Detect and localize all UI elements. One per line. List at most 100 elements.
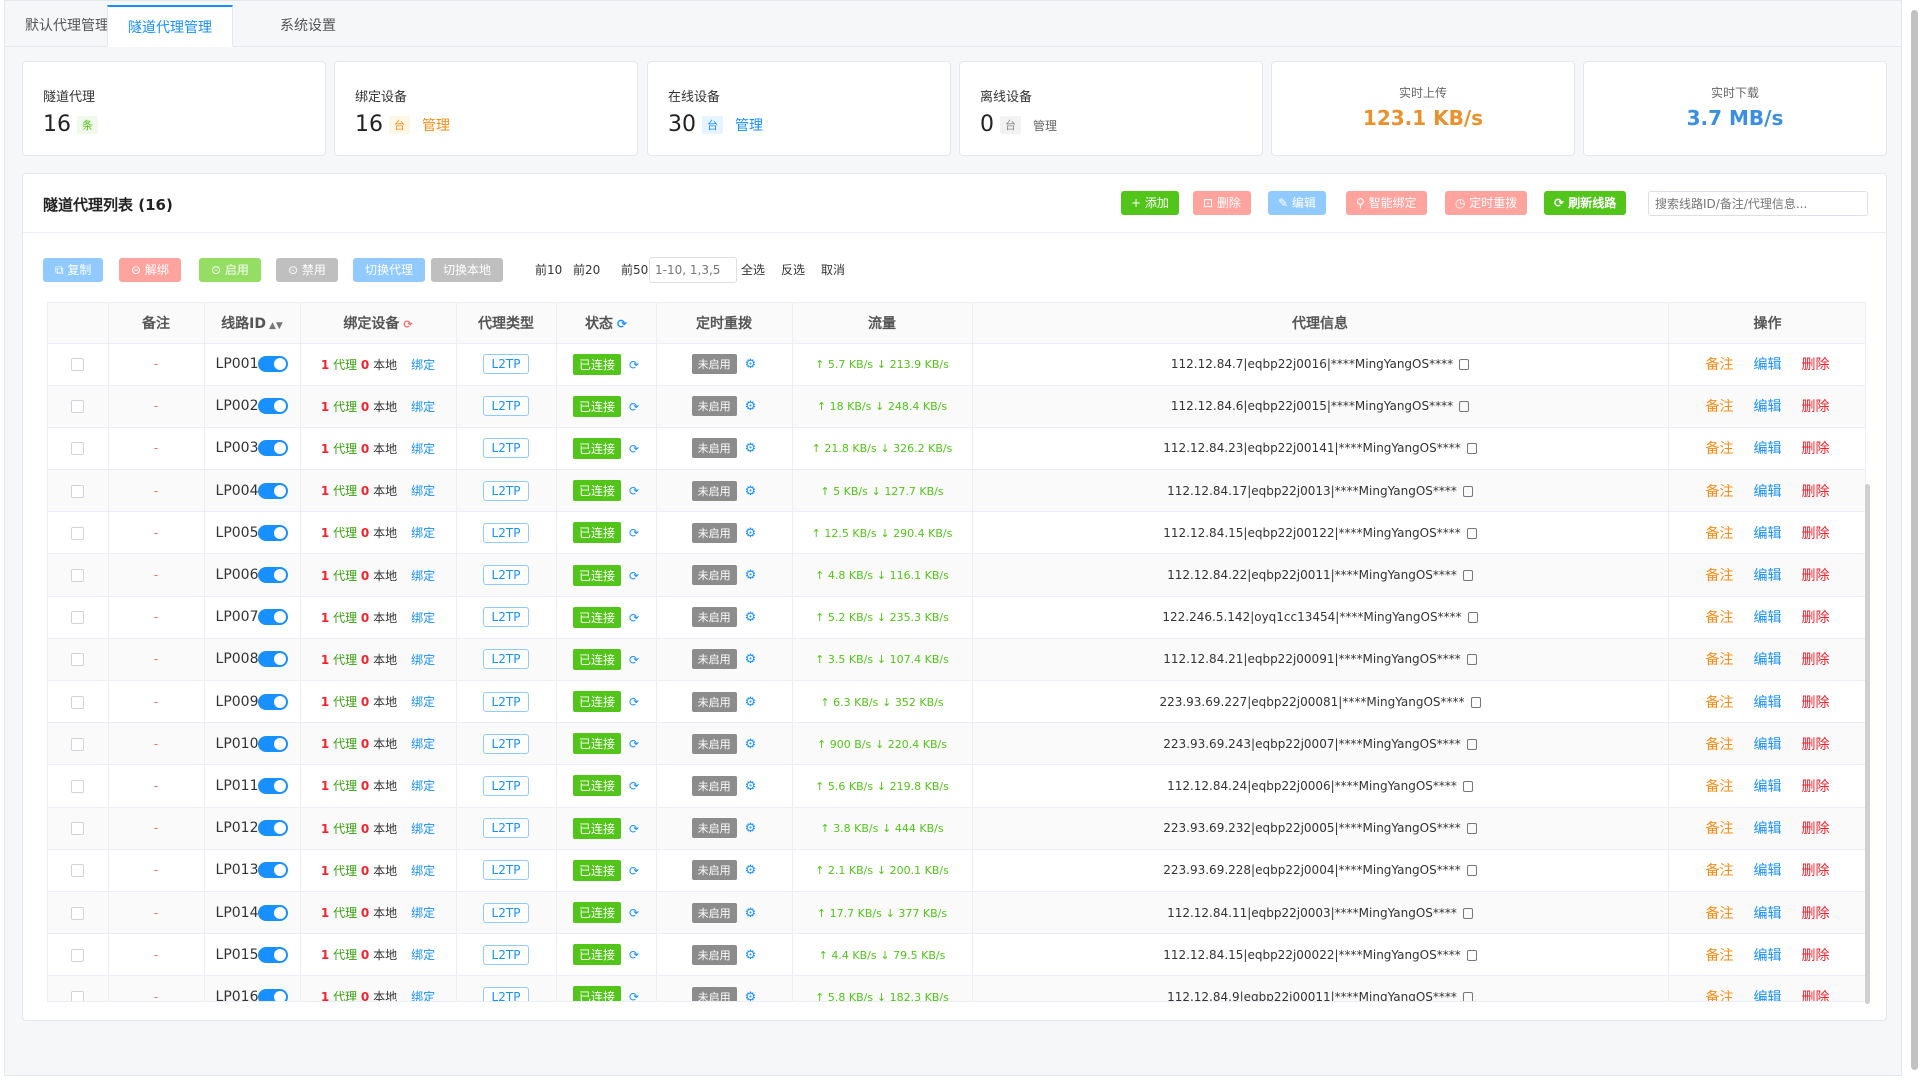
table-row[interactable]: - LP010 1 代理 0 本地 绑定 L2TP 已连接 ⟳ 未启用 ⚙ ↑ 900 B/s ↓… — [48, 722, 1865, 766]
delete-row-button[interactable]: 删除 — [1802, 737, 1830, 753]
gear-icon[interactable]: ⚙ — [745, 695, 757, 710]
gear-icon[interactable]: ⚙ — [745, 652, 757, 667]
remark-button[interactable]: 备注 — [1706, 695, 1734, 711]
bind-link[interactable]: 绑定 — [411, 990, 435, 1001]
refresh-icon[interactable]: ⟳ — [629, 358, 639, 372]
bind-link[interactable]: 绑定 — [411, 526, 435, 540]
edit-row-button[interactable]: 编辑 — [1754, 821, 1782, 837]
checkbox-icon[interactable] — [71, 948, 85, 962]
select-top20[interactable]: 前20 — [573, 258, 600, 282]
checkbox-icon[interactable] — [71, 906, 85, 920]
toggle-icon[interactable] — [258, 735, 289, 752]
delete-row-button[interactable]: 删除 — [1802, 990, 1830, 1001]
copy-icon[interactable] — [1462, 485, 1473, 497]
copy-icon[interactable] — [1459, 401, 1470, 413]
edit-button[interactable]: ✎ 编辑 — [1268, 191, 1326, 215]
col-line-id[interactable]: 线路ID ▲▼ — [204, 303, 301, 344]
toggle-icon[interactable] — [258, 988, 289, 1001]
switch-local-button[interactable]: 切换本地 — [431, 258, 504, 282]
table-row[interactable]: - LP008 1 代理 0 本地 绑定 L2TP 已连接 ⟳ 未启用 ⚙ ↑ 3.5 KB/s … — [48, 638, 1865, 682]
edit-row-button[interactable]: 编辑 — [1754, 695, 1782, 711]
bind-link[interactable]: 绑定 — [411, 822, 435, 836]
remark-button[interactable]: 备注 — [1706, 484, 1734, 500]
gear-icon[interactable]: ⚙ — [745, 990, 757, 1001]
edit-row-button[interactable]: 编辑 — [1754, 906, 1782, 922]
switch-proxy-button[interactable]: 切换代理 — [353, 258, 426, 282]
edit-row-button[interactable]: 编辑 — [1754, 737, 1782, 753]
edit-row-button[interactable]: 编辑 — [1754, 357, 1782, 373]
checkbox-icon[interactable] — [71, 442, 85, 456]
table-row[interactable]: - LP013 1 代理 0 本地 绑定 L2TP 已连接 ⟳ 未启用 ⚙ ↑ 2.1 KB/s … — [48, 849, 1865, 892]
copy-icon[interactable] — [1466, 738, 1477, 750]
delete-row-button[interactable]: 删除 — [1802, 441, 1830, 457]
copy-icon[interactable] — [1462, 780, 1473, 792]
unbind-button[interactable]: ⊝ 解绑 — [119, 258, 181, 282]
copy-icon[interactable] — [1466, 527, 1477, 539]
toggle-icon[interactable] — [258, 862, 289, 879]
remark-button[interactable]: 备注 — [1706, 863, 1734, 879]
checkbox-icon[interactable] — [71, 484, 85, 498]
copy-button[interactable]: ⧉ 复制 — [43, 258, 104, 282]
edit-row-button[interactable]: 编辑 — [1754, 779, 1782, 795]
tab-tunnel-proxy[interactable]: 隧道代理管理 — [107, 5, 233, 47]
toggle-icon[interactable] — [258, 482, 289, 499]
bind-link[interactable]: 绑定 — [411, 484, 435, 498]
range-input[interactable] — [649, 257, 737, 283]
select-all[interactable]: 全选 — [741, 258, 765, 282]
table-row[interactable]: - LP014 1 代理 0 本地 绑定 L2TP 已连接 ⟳ 未启用 ⚙ ↑ 17.7 KB/s… — [48, 891, 1865, 935]
edit-row-button[interactable]: 编辑 — [1754, 990, 1782, 1001]
toggle-icon[interactable] — [258, 356, 289, 373]
refresh-icon[interactable]: ⟳ — [403, 318, 412, 331]
checkbox-icon[interactable] — [71, 526, 85, 540]
copy-icon[interactable] — [1466, 949, 1477, 961]
table-row[interactable]: - LP001 1 代理 0 本地 绑定 L2TP 已连接 ⟳ 未启用 ⚙ ↑ 5.7 KB/s … — [48, 343, 1865, 386]
delete-row-button[interactable]: 删除 — [1802, 821, 1830, 837]
remark-button[interactable]: 备注 — [1706, 990, 1734, 1001]
copy-icon[interactable] — [1466, 443, 1477, 455]
delete-button[interactable]: ⊡ 删除 — [1193, 191, 1251, 215]
edit-row-button[interactable]: 编辑 — [1754, 568, 1782, 584]
bind-link[interactable]: 绑定 — [411, 695, 435, 709]
checkbox-icon[interactable] — [71, 653, 85, 667]
delete-row-button[interactable]: 删除 — [1802, 484, 1830, 500]
enable-button[interactable]: ⊙ 启用 — [199, 258, 261, 282]
gear-icon[interactable]: ⚙ — [745, 526, 757, 541]
table-row[interactable]: - LP015 1 代理 0 本地 绑定 L2TP 已连接 ⟳ 未启用 ⚙ ↑ 4.4 KB/s … — [48, 933, 1865, 977]
delete-row-button[interactable]: 删除 — [1802, 610, 1830, 626]
remark-button[interactable]: 备注 — [1706, 737, 1734, 753]
gear-icon[interactable]: ⚙ — [745, 906, 757, 921]
select-top10[interactable]: 前10 — [535, 258, 562, 282]
copy-icon[interactable] — [1466, 823, 1477, 835]
remark-button[interactable]: 备注 — [1706, 568, 1734, 584]
checkbox-icon[interactable] — [71, 990, 85, 1001]
table-row[interactable]: - LP011 1 代理 0 本地 绑定 L2TP 已连接 ⟳ 未启用 ⚙ ↑ 5.6 KB/s … — [48, 764, 1865, 808]
toggle-icon[interactable] — [258, 946, 289, 963]
refresh-icon[interactable]: ⟳ — [629, 526, 639, 540]
refresh-icon[interactable]: ⟳ — [629, 484, 639, 498]
checkbox-icon[interactable] — [71, 400, 85, 414]
checkbox-icon[interactable] — [71, 569, 85, 583]
gear-icon[interactable]: ⚙ — [745, 399, 757, 414]
refresh-icon[interactable]: ⟳ — [629, 569, 639, 583]
page-scrollbar[interactable] — [1911, 10, 1918, 1070]
table-row[interactable]: - LP009 1 代理 0 本地 绑定 L2TP 已连接 ⟳ 未启用 ⚙ ↑ 6.3 KB/s … — [48, 680, 1865, 724]
checkbox-icon[interactable] — [71, 695, 85, 709]
table-row[interactable]: - LP007 1 代理 0 本地 绑定 L2TP 已连接 ⟳ 未启用 ⚙ ↑ 5.2 KB/s … — [48, 596, 1865, 639]
remark-button[interactable]: 备注 — [1706, 948, 1734, 964]
edit-row-button[interactable]: 编辑 — [1754, 863, 1782, 879]
delete-row-button[interactable]: 删除 — [1802, 399, 1830, 415]
bind-link[interactable]: 绑定 — [411, 400, 435, 414]
refresh-icon[interactable]: ⟳ — [629, 442, 639, 456]
copy-icon[interactable] — [1459, 359, 1470, 371]
gear-icon[interactable]: ⚙ — [745, 484, 757, 499]
edit-row-button[interactable]: 编辑 — [1754, 652, 1782, 668]
remark-button[interactable]: 备注 — [1706, 779, 1734, 795]
checkbox-icon[interactable] — [71, 358, 85, 372]
refresh-icon[interactable]: ⟳ — [629, 695, 639, 709]
copy-icon[interactable] — [1466, 654, 1477, 666]
refresh-icon[interactable]: ⟳ — [629, 822, 639, 836]
bind-link[interactable]: 绑定 — [411, 737, 435, 751]
copy-icon[interactable] — [1462, 991, 1473, 1001]
refresh-lines-button[interactable]: ⟳ 刷新线路 — [1544, 191, 1627, 215]
table-row[interactable]: - LP005 1 代理 0 本地 绑定 L2TP 已连接 ⟳ 未启用 ⚙ ↑ 12.5 KB/s… — [48, 511, 1865, 555]
